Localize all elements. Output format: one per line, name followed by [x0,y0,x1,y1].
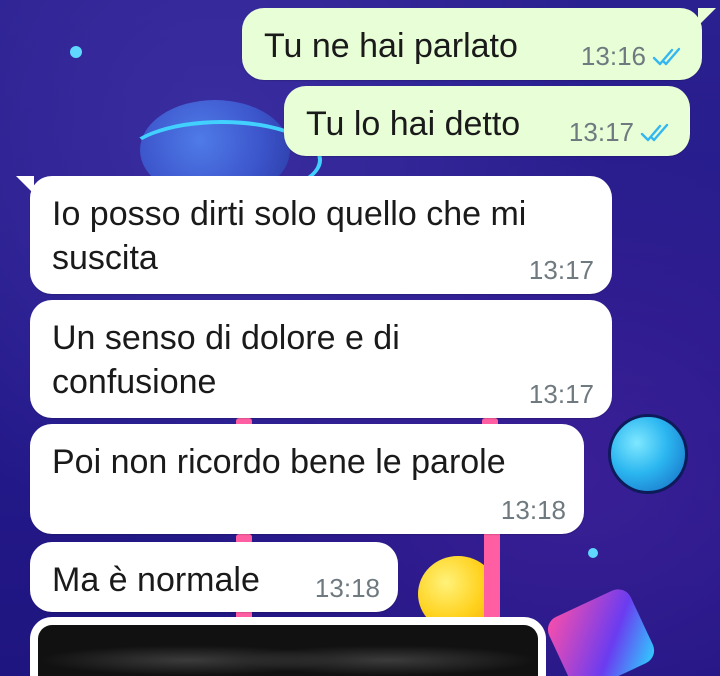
wallpaper-planet [608,414,688,494]
message-text: Ma è normale [52,561,260,599]
message-meta: 13:17 [529,379,594,410]
message-bubble-incoming[interactable]: Io posso dirti solo quello che mi suscit… [16,176,612,294]
bubble-tail [698,8,716,26]
message-time: 13:17 [528,255,594,285]
message-meta: 13:16 [581,41,684,72]
message-meta: 13:18 [501,495,566,526]
wallpaper-dot [588,548,598,558]
message-bubble-incoming[interactable]: Ma è normale 13:18 [30,542,398,612]
message-text: Tu lo hai detto [306,105,521,143]
message-time: 13:17 [528,379,594,409]
message-text: Tu ne hai parlato [264,27,518,65]
message-image[interactable] [38,625,538,676]
message-text: Poi non ricordo bene le parole [52,443,506,481]
message-meta: 13:17 [529,255,594,286]
wallpaper-robot [543,584,659,676]
message-time: 13:17 [568,117,634,147]
message-meta: 13:18 [315,573,380,604]
message-bubble-outgoing[interactable]: Tu ne hai parlato 13:16 [242,8,716,80]
image-message[interactable] [30,617,546,676]
wallpaper-stripe [484,530,500,620]
message-time: 13:18 [500,495,566,525]
wallpaper-dot [70,46,82,58]
message-bubble-outgoing[interactable]: Tu lo hai detto 13:17 [284,86,690,156]
message-text: Un senso di dolore e di confusione [52,319,400,401]
message-bubble-incoming[interactable]: Un senso di dolore e di confusione 13:17 [30,300,612,418]
double-check-icon [640,123,669,141]
message-time: 13:18 [314,573,380,603]
message-meta: 13:17 [569,117,672,148]
message-text: Io posso dirti solo quello che mi suscit… [52,195,527,277]
message-bubble-incoming[interactable]: Poi non ricordo bene le parole 13:18 [30,424,584,534]
message-time: 13:16 [580,41,646,71]
bubble-tail [16,176,34,194]
double-check-icon [652,47,681,65]
